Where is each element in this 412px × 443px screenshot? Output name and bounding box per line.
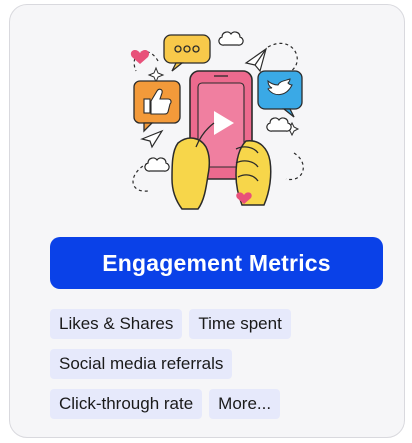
tag-row: Social media referrals: [50, 349, 390, 379]
thumbs-up-icon: [133, 80, 181, 133]
tag-likes-shares[interactable]: Likes & Shares: [50, 309, 183, 339]
heart-icon: [130, 50, 150, 64]
tag-time-spent[interactable]: Time spent: [189, 309, 291, 339]
social-media-illustration: [130, 31, 304, 210]
paper-plane-icon: [244, 47, 268, 73]
bird-icon: [257, 70, 303, 118]
engagement-metrics-card: Engagement Metrics Likes & Shares Time s…: [9, 4, 405, 438]
tag-more[interactable]: More...: [209, 389, 281, 419]
metrics-tag-list: Likes & Shares Time spent Social media r…: [50, 309, 390, 429]
chat-dots-icon: [163, 34, 211, 72]
engagement-metrics-button[interactable]: Engagement Metrics: [50, 237, 383, 289]
tag-row: Click-through rate More...: [50, 389, 390, 419]
cloud-icon: [218, 31, 244, 46]
tag-click-through-rate[interactable]: Click-through rate: [50, 389, 203, 419]
tag-social-media-referrals[interactable]: Social media referrals: [50, 349, 233, 379]
tag-row: Likes & Shares Time spent: [50, 309, 390, 339]
